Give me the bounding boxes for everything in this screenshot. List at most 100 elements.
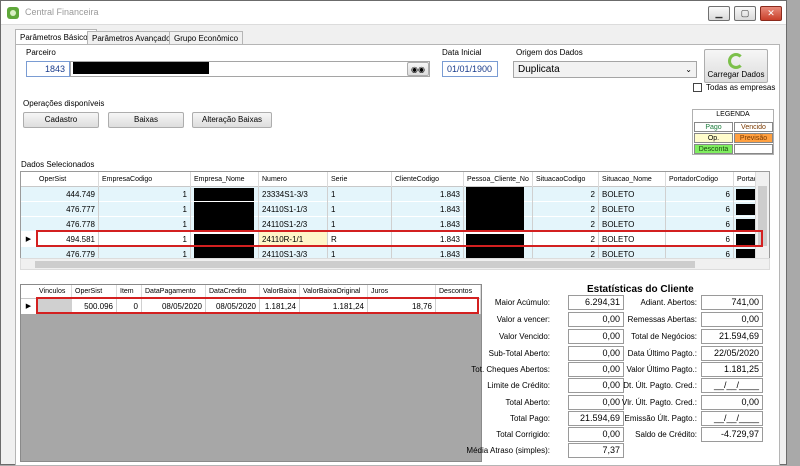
stat-value: 0,00 bbox=[568, 362, 624, 377]
redacted-parceiro-name bbox=[73, 62, 209, 74]
stat-value: 0,00 bbox=[568, 427, 624, 442]
origem-combobox[interactable]: Duplicata ⌄ bbox=[513, 61, 697, 78]
title-bar: Central Financeira ▁ ▢ ✕ bbox=[1, 1, 786, 25]
close-button[interactable]: ✕ bbox=[760, 6, 782, 21]
stat-label: Limite de Crédito: bbox=[487, 381, 550, 390]
col-header[interactable]: SituacaoCodigo bbox=[533, 172, 599, 187]
scroll-thumb[interactable] bbox=[35, 261, 695, 268]
legend-vencido: Vencido bbox=[734, 122, 773, 132]
stat-value: 0,00 bbox=[568, 378, 624, 393]
carregar-dados-button[interactable]: Carregar Dados bbox=[704, 49, 768, 83]
legend-previsao: Previsão bbox=[734, 133, 773, 143]
origem-label: Origem dos Dados bbox=[516, 48, 583, 57]
stat-label: Total de Negócios: bbox=[631, 332, 697, 341]
col-header[interactable]: Empresa_Nome bbox=[191, 172, 259, 187]
stat-label: Maior Acúmulo: bbox=[494, 298, 550, 307]
col-header[interactable]: Numero bbox=[259, 172, 328, 187]
stat-label: Emissão Últ. Pagto.: bbox=[624, 414, 697, 423]
redacted-portador bbox=[736, 204, 756, 215]
window-title: Central Financeira bbox=[25, 7, 99, 17]
cell-situacao-codigo: 2 bbox=[533, 202, 599, 217]
table-row[interactable]: 476.777 1 24110S1-1/3 1 1.843 2 BOLETO 6 bbox=[21, 202, 769, 217]
parceiro-code-field[interactable]: 1843 bbox=[26, 61, 70, 77]
cell-opersist: 476.777 bbox=[36, 202, 99, 217]
col-header[interactable]: Situacao_Nome bbox=[599, 172, 666, 187]
dados-grid-header: OperSist EmpresaCodigo Empresa_Nome Nume… bbox=[21, 172, 769, 187]
cell-empresa-nome bbox=[191, 202, 259, 217]
redacted-portador bbox=[736, 189, 756, 200]
row-selector-icon: ▶ bbox=[25, 303, 32, 310]
search-parceiro-button[interactable]: ◉◉ bbox=[407, 62, 429, 76]
stat-label: Remessas Abertas: bbox=[627, 315, 697, 324]
tab-parametros-avancados[interactable]: Parâmetros Avançados bbox=[87, 31, 180, 45]
stat-value: 6.294,31 bbox=[568, 295, 624, 310]
cell-cliente-codigo: 1.843 bbox=[392, 202, 464, 217]
col-header[interactable]: ClienteCodigo bbox=[392, 172, 464, 187]
cell-serie: 1 bbox=[328, 202, 392, 217]
redacted-empresa bbox=[194, 202, 254, 217]
col-header[interactable]: PortadorCodigo bbox=[666, 172, 734, 187]
app-icon bbox=[7, 7, 19, 19]
col-header[interactable]: Serie bbox=[328, 172, 392, 187]
data-inicial-field[interactable]: 01/01/1900 bbox=[442, 61, 498, 77]
table-row[interactable]: 444.749 1 23334S1-3/3 1 1.843 2 BOLETO 6 bbox=[21, 187, 769, 202]
dados-selecionados-label: Dados Selecionados bbox=[21, 160, 95, 169]
legend-blank bbox=[734, 144, 773, 154]
legend-pago: Pago bbox=[694, 122, 733, 132]
stat-label: Tot. Cheques Abertos: bbox=[471, 365, 550, 374]
todas-empresas-label: Todas as empresas bbox=[706, 83, 776, 92]
stat-value: 21.594,69 bbox=[568, 411, 624, 426]
stat-value: 0,00 bbox=[701, 312, 763, 327]
baixas-row-highlight bbox=[36, 297, 479, 314]
dados-horizontal-scrollbar[interactable] bbox=[20, 258, 770, 270]
cell-cliente-nome bbox=[464, 202, 533, 217]
stat-label: Adiant. Abertos: bbox=[640, 298, 697, 307]
maximize-button[interactable]: ▢ bbox=[734, 6, 756, 21]
stat-label: Dt. Últ. Pagto. Cred.: bbox=[623, 381, 697, 390]
cell-empresa-codigo: 1 bbox=[99, 187, 191, 202]
cell-portador-nome bbox=[734, 187, 757, 202]
stat-label: Saldo de Crédito: bbox=[635, 430, 697, 439]
stat-value: 0,00 bbox=[568, 312, 624, 327]
baixas-button[interactable]: Baixas bbox=[108, 112, 184, 128]
stat-label: Data Último Pagto.: bbox=[627, 349, 697, 358]
col-header[interactable]: Pessoa_Cliente_No bbox=[464, 172, 533, 187]
tab-parametros-basicos[interactable]: Parâmetros Básicos bbox=[15, 29, 97, 45]
tab-grupo-economico[interactable]: Grupo Econômico bbox=[169, 31, 244, 45]
legend-title: LEGENDA bbox=[716, 111, 750, 118]
stat-value: 0,00 bbox=[568, 329, 624, 344]
legend-op: Op. bbox=[694, 133, 733, 143]
cell-portador-codigo: 6 bbox=[666, 187, 734, 202]
cell-portador-nome bbox=[734, 202, 757, 217]
col-header[interactable]: EmpresaCodigo bbox=[99, 172, 191, 187]
refresh-icon bbox=[728, 53, 744, 69]
col-header[interactable]: OperSist bbox=[36, 172, 99, 187]
col-header[interactable]: Portador_No bbox=[734, 172, 757, 187]
redacted-cliente bbox=[466, 202, 524, 217]
alteracao-baixas-button[interactable]: Alteração Baixas bbox=[192, 112, 272, 128]
cell-situacao-codigo: 2 bbox=[533, 187, 599, 202]
legend-desconta: Desconta bbox=[694, 144, 733, 154]
todas-empresas-checkbox[interactable] bbox=[693, 83, 702, 92]
stat-value: 0,00 bbox=[568, 346, 624, 361]
parceiro-label: Parceiro bbox=[26, 48, 56, 57]
stat-label: Valor Vencido: bbox=[499, 332, 550, 341]
minimize-button[interactable]: ▁ bbox=[708, 6, 730, 21]
stat-value: 741,00 bbox=[701, 295, 763, 310]
stat-value: 0,00 bbox=[568, 395, 624, 410]
stat-label: Sub-Total Aberto: bbox=[488, 349, 550, 358]
carregar-dados-label: Carregar Dados bbox=[707, 70, 765, 79]
cell-serie: 1 bbox=[328, 187, 392, 202]
dados-grid: OperSist EmpresaCodigo Empresa_Nome Nume… bbox=[20, 171, 770, 261]
stat-label: Total Corrigido: bbox=[496, 430, 550, 439]
stats-title: Estatísticas do Cliente bbox=[587, 284, 694, 295]
chevron-down-icon: ⌄ bbox=[685, 65, 692, 74]
stat-value: -4.729,97 bbox=[701, 427, 763, 442]
cell-portador-codigo: 6 bbox=[666, 202, 734, 217]
main-window: Central Financeira ▁ ▢ ✕ Parâmetros Bási… bbox=[0, 0, 787, 466]
cell-cliente-codigo: 1.843 bbox=[392, 187, 464, 202]
cadastro-button[interactable]: Cadastro bbox=[23, 112, 99, 128]
redacted-portador bbox=[736, 219, 756, 230]
cell-opersist: 444.749 bbox=[36, 187, 99, 202]
stat-label: Valor a vencer: bbox=[496, 315, 550, 324]
